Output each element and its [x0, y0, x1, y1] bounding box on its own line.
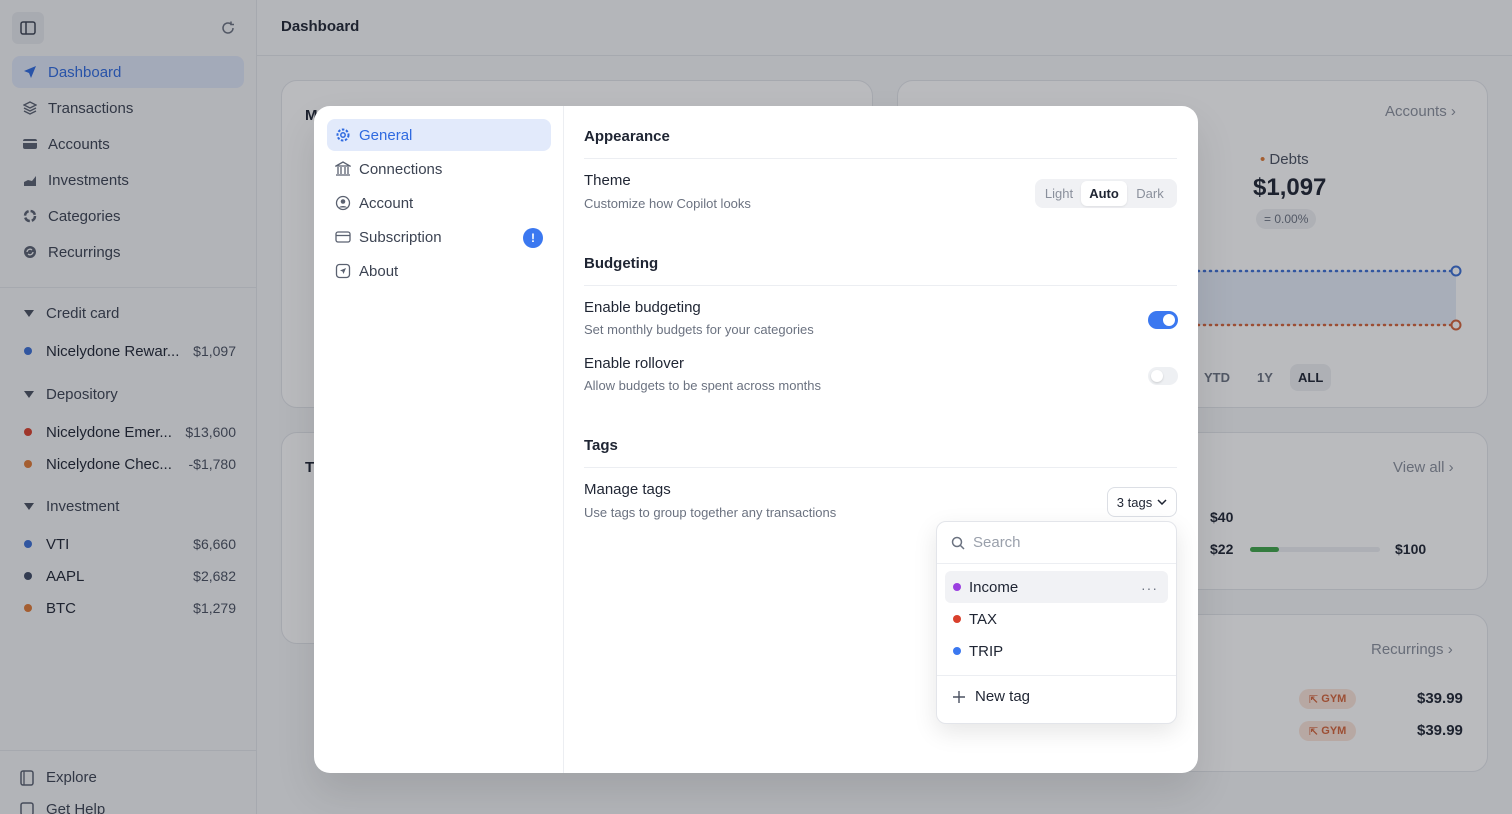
theme-option-light[interactable]: Light [1037, 181, 1081, 206]
manage-tags-description: Use tags to group together any transacti… [584, 505, 837, 520]
chevron-down-icon [1157, 499, 1167, 505]
settings-tab-label: General [359, 126, 413, 144]
settings-tab-subscription[interactable]: Subscription ! [327, 221, 551, 253]
tag-item-trip[interactable]: TRIP [945, 635, 1168, 667]
subscription-alert-badge: ! [523, 228, 543, 248]
enable-budgeting-label: Enable budgeting [584, 299, 701, 316]
section-divider [584, 467, 1177, 468]
enable-budgeting-description: Set monthly budgets for your categories [584, 322, 814, 337]
tags-button-label: 3 tags [1116, 494, 1153, 510]
section-divider [584, 158, 1177, 159]
section-title-tags: Tags [584, 437, 618, 454]
tag-label: Income [969, 578, 1019, 596]
enable-rollover-label: Enable rollover [584, 355, 685, 372]
enable-budgeting-toggle[interactable] [1148, 311, 1178, 329]
more-options-icon[interactable]: ··· [1141, 580, 1158, 596]
tag-search [937, 522, 1176, 564]
settings-tab-connections[interactable]: Connections [327, 153, 551, 185]
tag-color-dot [953, 647, 961, 655]
app-icon [335, 263, 351, 279]
dropdown-divider [937, 675, 1176, 676]
tag-item-tax[interactable]: TAX [945, 603, 1168, 635]
settings-tab-label: Account [359, 194, 414, 212]
enable-rollover-toggle[interactable] [1148, 367, 1178, 385]
section-title-appearance: Appearance [584, 128, 670, 145]
tag-label: TRIP [969, 642, 1004, 660]
theme-segmented-control: Light Auto Dark [1035, 179, 1177, 208]
tag-label: TAX [969, 610, 998, 628]
tag-item-income[interactable]: Income ··· [945, 571, 1168, 603]
search-icon [951, 536, 965, 550]
section-title-budgeting: Budgeting [584, 255, 659, 272]
toggle-knob [1151, 370, 1163, 382]
settings-tab-general[interactable]: General [327, 119, 551, 151]
settings-tab-about[interactable]: About [327, 255, 551, 287]
enable-rollover-description: Allow budgets to be spent across months [584, 378, 822, 393]
tags-dropdown-button[interactable]: 3 tags [1107, 487, 1177, 517]
new-tag-button[interactable]: New tag [953, 688, 1030, 705]
credit-card-icon [335, 229, 351, 245]
bank-icon [335, 161, 351, 177]
settings-tab-label: Subscription [359, 228, 442, 246]
section-divider [584, 285, 1177, 286]
theme-description: Customize how Copilot looks [584, 196, 751, 211]
settings-tab-label: Connections [359, 160, 443, 178]
app-root: Dashboard Transactions Accounts Investme… [0, 0, 1512, 814]
plus-icon [953, 690, 965, 703]
user-circle-icon [335, 195, 351, 211]
manage-tags-label: Manage tags [584, 481, 671, 498]
settings-tab-label: About [359, 262, 399, 280]
theme-option-auto[interactable]: Auto [1081, 181, 1127, 206]
settings-menu: General Connections Account Subscription… [314, 106, 564, 773]
tag-search-input[interactable] [973, 534, 1163, 551]
settings-tab-account[interactable]: Account [327, 187, 551, 219]
theme-label: Theme [584, 172, 631, 189]
theme-option-dark[interactable]: Dark [1127, 181, 1173, 206]
tags-dropdown: Income ··· TAX TRIP New tag [936, 521, 1177, 724]
tag-color-dot [953, 583, 961, 591]
tag-color-dot [953, 615, 961, 623]
new-tag-label: New tag [975, 688, 1031, 705]
gear-icon [335, 127, 351, 143]
toggle-knob [1163, 314, 1175, 326]
